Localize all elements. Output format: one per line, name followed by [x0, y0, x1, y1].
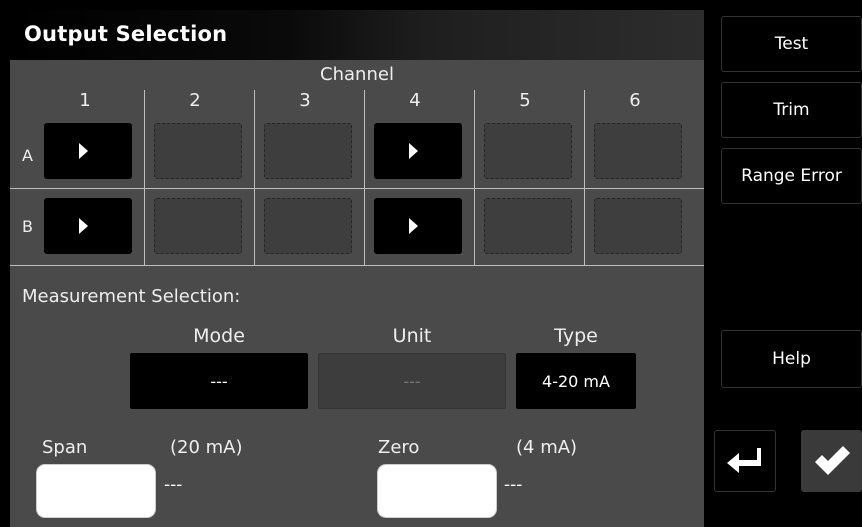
column-header-2: 2 [189, 90, 201, 111]
span-hint: (20 mA) [170, 437, 243, 458]
type-select[interactable]: 4-20 mA [516, 353, 636, 409]
confirm-button[interactable] [801, 430, 862, 492]
grid-divider [144, 90, 145, 266]
play-arrow-icon [409, 143, 418, 159]
range-error-button[interactable]: Range Error [721, 148, 862, 204]
type-header: Type [554, 325, 598, 347]
mode-header: Mode [193, 325, 245, 347]
return-arrow-icon [727, 448, 761, 473]
column-header-1: 1 [79, 90, 91, 111]
trim-button[interactable]: Trim [721, 82, 862, 138]
help-button[interactable]: Help [721, 330, 862, 388]
back-button[interactable] [714, 430, 776, 492]
span-input[interactable] [36, 464, 156, 518]
output-selection-panel: Output Selection Channel 1 2 3 4 5 6 A B… [10, 10, 704, 527]
test-button[interactable]: Test [721, 16, 862, 72]
grid-divider [584, 90, 585, 266]
row-divider [10, 265, 704, 266]
channel-cell-a4[interactable] [374, 123, 462, 179]
channel-cell-b4[interactable] [374, 198, 462, 254]
channel-cell-b2[interactable] [154, 198, 242, 254]
channel-cell-a5[interactable] [484, 123, 572, 179]
channel-cell-a3[interactable] [264, 123, 352, 179]
title-bar: Output Selection [10, 10, 704, 60]
column-header-5: 5 [519, 90, 531, 111]
row-label-a: A [22, 146, 33, 165]
page-title: Output Selection [24, 22, 228, 46]
row-divider [10, 188, 704, 189]
channel-cell-a2[interactable] [154, 123, 242, 179]
channel-cell-b1[interactable] [44, 198, 132, 254]
play-arrow-icon [79, 143, 88, 159]
channel-cell-b6[interactable] [594, 198, 682, 254]
row-label-b: B [22, 217, 33, 236]
channel-cell-b3[interactable] [264, 198, 352, 254]
play-arrow-icon [409, 218, 418, 234]
zero-input[interactable] [377, 464, 497, 518]
channel-cell-a1[interactable] [44, 123, 132, 179]
channel-label: Channel [320, 64, 394, 85]
play-arrow-icon [79, 218, 88, 234]
column-header-6: 6 [629, 90, 641, 111]
channel-cell-a6[interactable] [594, 123, 682, 179]
measurement-selection-label: Measurement Selection: [22, 286, 241, 307]
zero-hint: (4 mA) [516, 437, 578, 458]
span-label: Span [42, 437, 88, 458]
zero-label: Zero [378, 437, 420, 458]
grid-divider [254, 90, 255, 266]
unit-select[interactable]: --- [318, 353, 506, 409]
grid-divider [364, 90, 365, 266]
channel-cell-b5[interactable] [484, 198, 572, 254]
zero-value: --- [504, 475, 523, 495]
column-header-4: 4 [409, 90, 421, 111]
mode-select[interactable]: --- [130, 353, 308, 409]
unit-header: Unit [392, 325, 432, 347]
checkmark-icon [814, 446, 850, 475]
span-value: --- [164, 475, 183, 495]
grid-divider [474, 90, 475, 266]
column-header-3: 3 [299, 90, 311, 111]
